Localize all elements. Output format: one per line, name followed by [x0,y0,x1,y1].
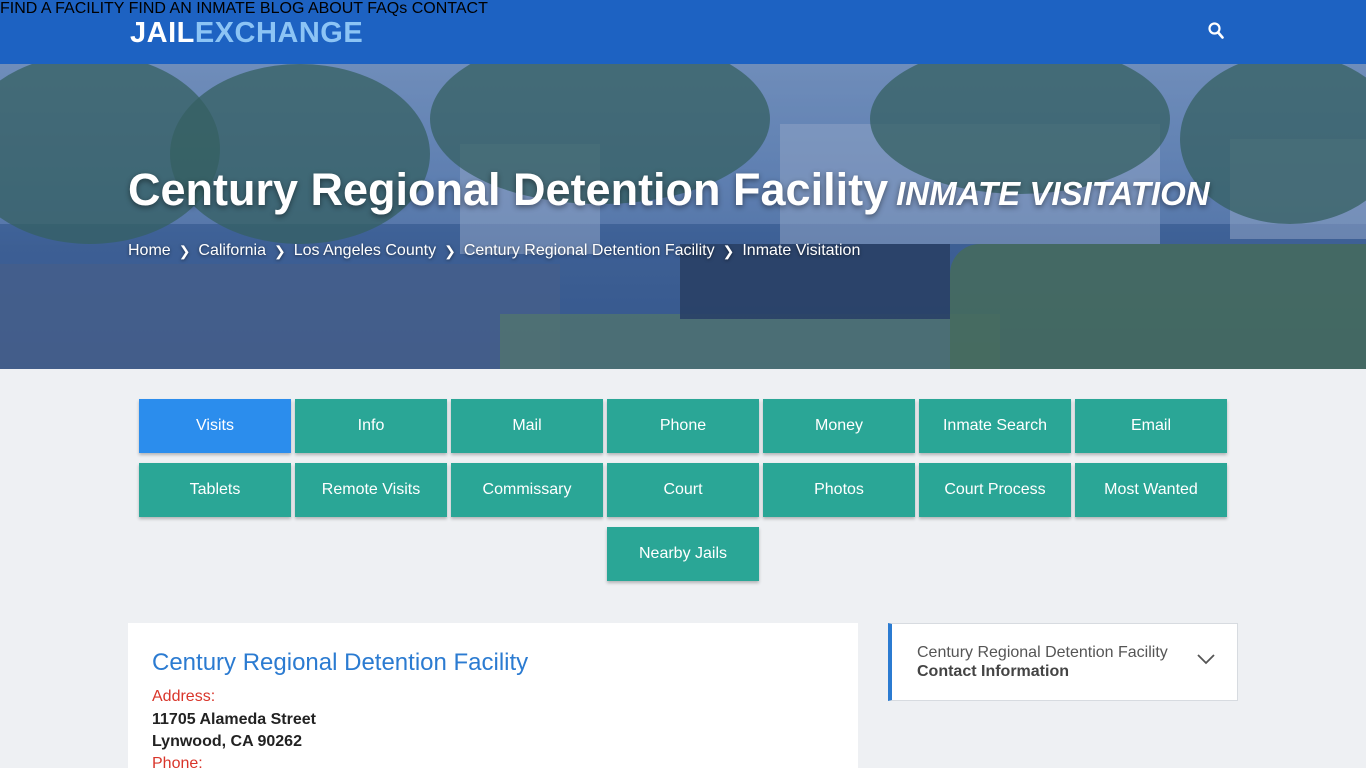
contact-panel-facility: Century Regional Detention Facility [917,644,1168,661]
tab-inmate-search[interactable]: Inmate Search [919,399,1071,453]
hero-banner: Century Regional Detention Facility INMAT… [0,64,1366,369]
logo-text-jail: JAIL [130,17,195,49]
top-navbar: JAILEXCHANGE FIND A FACILITY FIND AN INM… [0,0,1366,64]
tab-photos[interactable]: Photos [763,463,915,517]
nav-faqs[interactable]: FAQs [367,0,407,17]
page-title: Century Regional Detention Facility INMAT… [128,164,1210,216]
tab-money[interactable]: Money [763,399,915,453]
tab-mail[interactable]: Mail [451,399,603,453]
address-line-2: Lynwood, CA 90262 [152,733,302,750]
page-title-subtitle: INMATE VISITATION [896,175,1210,212]
tab-nearby-jails[interactable]: Nearby Jails [607,527,759,581]
breadcrumb-state[interactable]: California [198,242,266,260]
chevron-right-icon: ❯ [722,242,735,259]
facility-info-card: Century Regional Detention Facility Addr… [128,623,858,768]
address-line-1: 11705 Alameda Street [152,711,316,728]
tab-email[interactable]: Email [1075,399,1227,453]
logo-text-exchange: EXCHANGE [194,17,364,49]
contact-panel-heading: Contact Information [917,663,1069,680]
tab-visits[interactable]: Visits [139,399,291,453]
address-label: Address: [152,688,216,705]
facility-name-heading[interactable]: Century Regional Detention Facility [152,649,528,677]
chevron-right-icon: ❯ [444,242,456,259]
nav-find-an-inmate[interactable]: FIND AN INMATE [129,0,256,17]
breadcrumb-home[interactable]: Home [128,242,171,260]
chevron-right-icon: ❯ [274,242,286,259]
chevron-right-icon: ❯ [178,242,191,259]
breadcrumb-current: Inmate Visitation [742,242,861,259]
breadcrumb: Home ❯ California ❯ Los Angeles County ❯… [128,242,860,260]
phone-label: Phone: [152,755,203,768]
tab-court-process[interactable]: Court Process [919,463,1071,517]
nav-contact[interactable]: CONTACT [412,0,488,17]
tab-remote-visits[interactable]: Remote Visits [295,463,447,517]
tab-info[interactable]: Info [295,399,447,453]
nav-about[interactable]: ABOUT [308,0,363,17]
tab-phone[interactable]: Phone [607,399,759,453]
contact-info-accordion[interactable]: Century Regional Detention Facility Cont… [888,623,1238,701]
tab-tablets[interactable]: Tablets [139,463,291,517]
tab-court[interactable]: Court [607,463,759,517]
search-icon[interactable] [1208,22,1224,40]
nav-find-a-facility[interactable]: FIND A FACILITY [0,0,124,17]
breadcrumb-facility[interactable]: Century Regional Detention Facility [464,242,715,260]
site-logo[interactable]: JAILEXCHANGE [130,16,363,50]
breadcrumb-county[interactable]: Los Angeles County [294,242,436,260]
tab-commissary[interactable]: Commissary [451,463,603,517]
tab-most-wanted[interactable]: Most Wanted [1075,463,1227,517]
page-title-facility: Century Regional Detention Facility [128,164,889,215]
nav-blog[interactable]: BLOG [260,0,304,17]
chevron-down-icon[interactable] [1197,652,1215,666]
hero-overlay [0,64,1366,369]
